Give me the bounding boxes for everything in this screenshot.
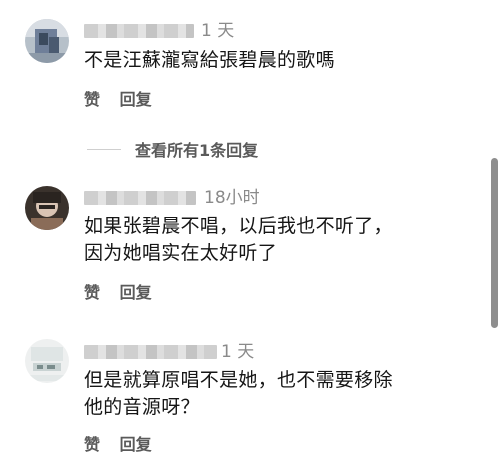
avatar[interactable] <box>25 339 69 383</box>
comment-time: 1 天 <box>221 342 255 362</box>
comment-text-line: 但是就算原唱不是她，也不需要移除 <box>84 369 393 391</box>
avatar-image <box>25 339 69 383</box>
scrollbar-thumb[interactable] <box>491 158 498 328</box>
comment-text-line: 他的音源呀？ <box>84 396 200 418</box>
comments-panel: 1 天 不是汪蘇瀧寫給張碧晨的歌嗎 赞 回复 查看所有1条回复 18小时 如果张… <box>0 0 503 472</box>
comment-item: 1 天 但是就算原唱不是她，也不需要移除 他的音源呀？ 赞 回复 <box>0 0 480 472</box>
comment-actions: 赞 回复 <box>84 435 166 455</box>
reply-button[interactable]: 回复 <box>120 435 152 454</box>
comment-text: 但是就算原唱不是她，也不需要移除 他的音源呀？ <box>84 367 393 421</box>
username-redacted <box>84 345 217 359</box>
like-button[interactable]: 赞 <box>84 435 100 454</box>
